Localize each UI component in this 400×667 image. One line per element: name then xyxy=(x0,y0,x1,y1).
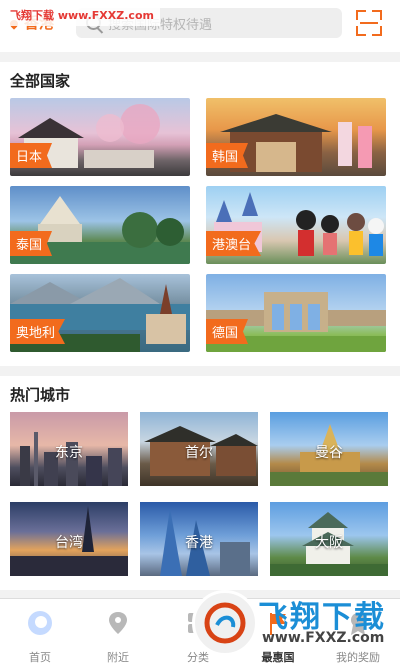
city-card-osaka[interactable]: 大阪 xyxy=(270,502,388,576)
watermark-logo-icon xyxy=(192,590,258,656)
countries-section: 全部国家 日本 韩国 泰国 港澳台 奥地利 德国 xyxy=(0,62,400,366)
country-card-germany[interactable]: 德国 xyxy=(206,274,386,352)
city-card-hong-kong[interactable]: 香港 xyxy=(140,502,258,576)
home-icon xyxy=(28,611,52,635)
country-card-hk-macau-tw[interactable]: 港澳台 xyxy=(206,186,386,264)
country-label: 韩国 xyxy=(206,143,249,168)
city-label: 首尔 xyxy=(185,445,213,461)
country-label: 日本 xyxy=(10,143,53,168)
city-label: 大阪 xyxy=(315,535,343,551)
city-card-tokyo[interactable]: 东京 xyxy=(10,412,128,486)
watermark-logo: 飞翔下载 www.FXXZ.com xyxy=(190,588,396,656)
watermark-top: 飞翔下载 www.FXXZ.com xyxy=(4,4,160,26)
tab-nearby[interactable]: 附近 xyxy=(78,599,158,667)
country-card-korea[interactable]: 韩国 xyxy=(206,98,386,176)
cities-section: 热门城市 东京 首尔 曼谷 台湾 香港 大阪 xyxy=(0,376,400,590)
country-card-thailand[interactable]: 泰国 xyxy=(10,186,190,264)
city-label: 东京 xyxy=(55,445,83,461)
city-card-bangkok[interactable]: 曼谷 xyxy=(270,412,388,486)
tab-home[interactable]: 首页 xyxy=(0,599,80,667)
city-card-seoul[interactable]: 首尔 xyxy=(140,412,258,486)
cities-title: 热门城市 xyxy=(10,386,71,404)
scan-button[interactable] xyxy=(356,10,382,36)
countries-title: 全部国家 xyxy=(10,72,71,90)
country-label: 奥地利 xyxy=(10,319,66,344)
city-card-taiwan[interactable]: 台湾 xyxy=(10,502,128,576)
tab-label: 附近 xyxy=(107,651,129,664)
location-pin-icon xyxy=(109,612,127,634)
watermark-url: www.FXXZ.com xyxy=(262,630,385,646)
scan-icon xyxy=(360,22,378,24)
city-label: 香港 xyxy=(185,535,213,551)
tab-label: 首页 xyxy=(29,651,51,664)
country-card-japan[interactable]: 日本 xyxy=(10,98,190,176)
country-label: 泰国 xyxy=(10,231,53,256)
country-label: 港澳台 xyxy=(206,231,262,256)
country-card-austria[interactable]: 奥地利 xyxy=(10,274,190,352)
city-label: 曼谷 xyxy=(315,445,343,461)
country-label: 德国 xyxy=(206,319,249,344)
city-label: 台湾 xyxy=(55,535,83,551)
